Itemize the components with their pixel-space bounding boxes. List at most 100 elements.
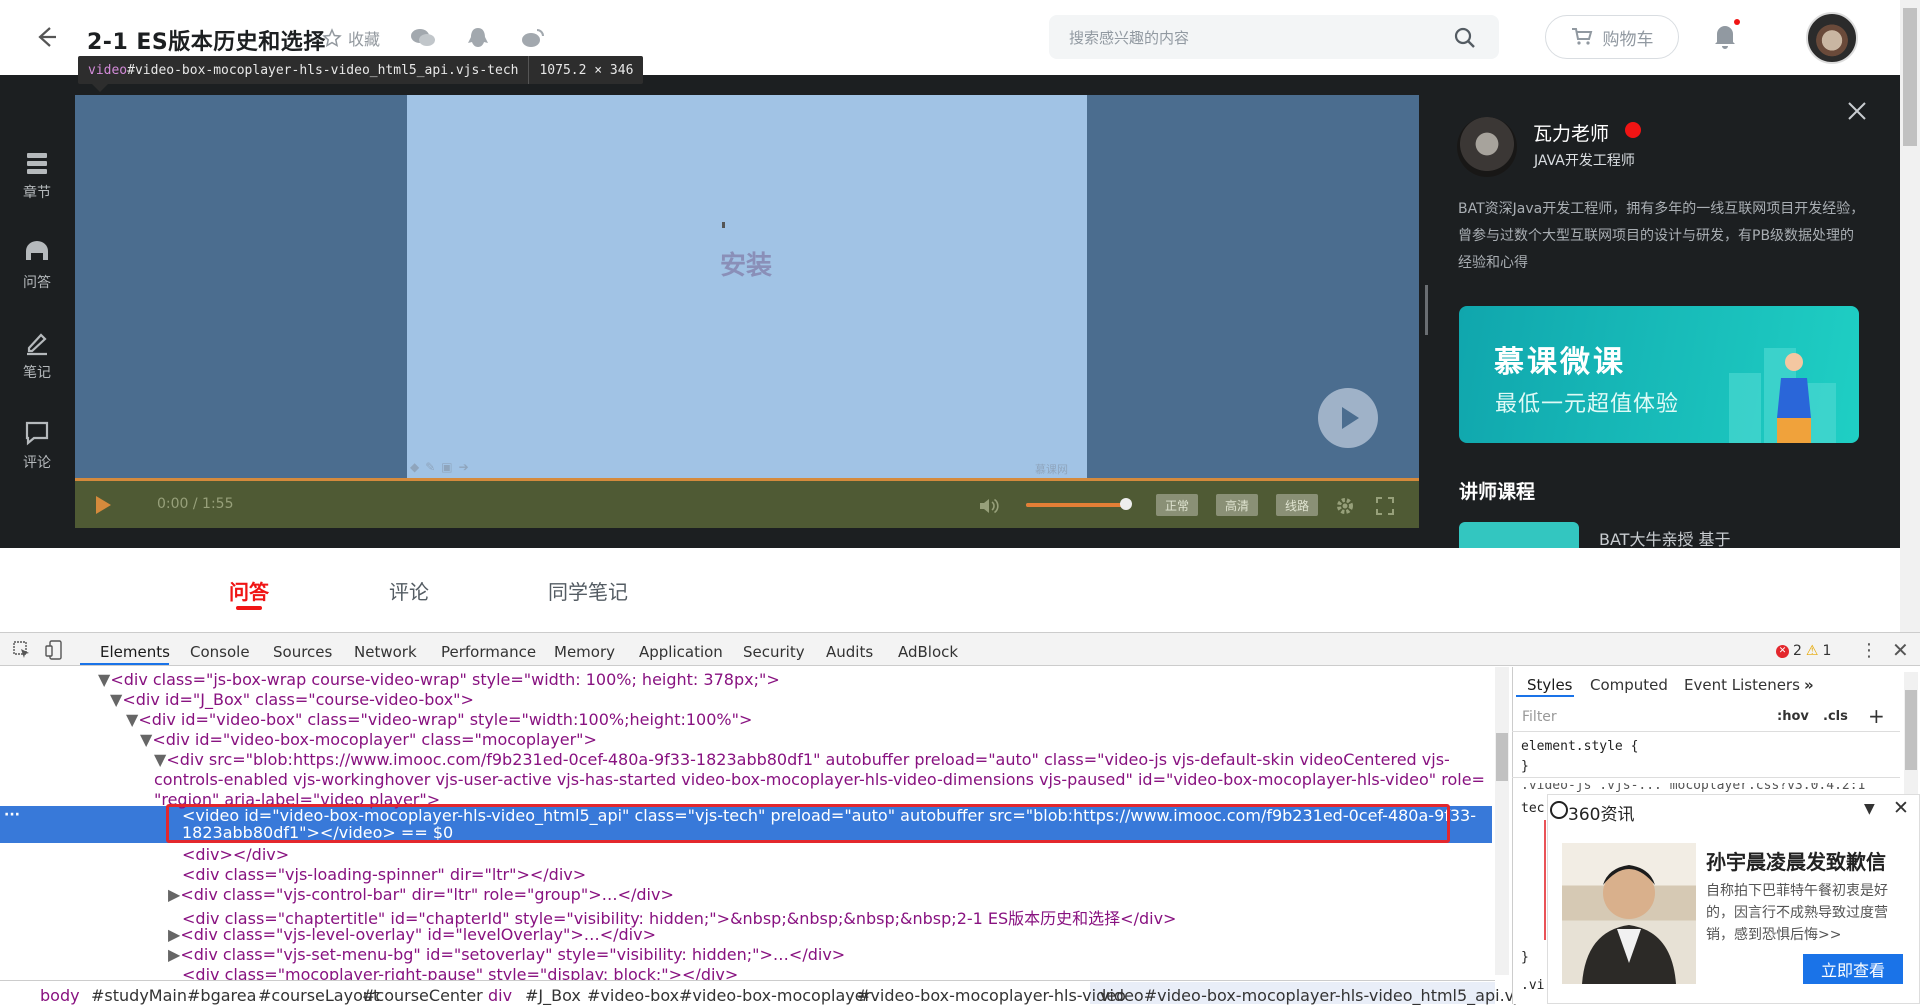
breadcrumb-item[interactable]: #courseCenter xyxy=(362,986,483,1005)
popup-collapse-icon[interactable]: ▼ xyxy=(1864,801,1875,817)
add-rule-icon[interactable]: + xyxy=(1868,704,1885,728)
notification-bell-icon[interactable] xyxy=(1712,22,1738,50)
volume-knob[interactable] xyxy=(1120,498,1132,510)
more-tabs-icon[interactable]: » xyxy=(1804,676,1814,694)
sidebar-item-qa[interactable]: 问答 xyxy=(18,240,56,292)
class-toggle[interactable]: .cls xyxy=(1823,709,1848,724)
code-line[interactable]: <div></div> xyxy=(182,845,289,864)
devtools-menu-icon[interactable]: ⋮ xyxy=(1860,640,1878,661)
elements-scrollbar-thumb[interactable] xyxy=(1496,733,1508,781)
tab-comments[interactable]: 评论 xyxy=(389,576,429,605)
sidebar-item-comments[interactable]: 评论 xyxy=(18,420,56,472)
big-play-button[interactable] xyxy=(1318,388,1378,448)
panel-resize-handle[interactable] xyxy=(1425,285,1428,335)
back-arrow-icon[interactable] xyxy=(30,22,60,52)
code-line[interactable]: ▼<div class="js-box-wrap course-video-wr… xyxy=(98,670,780,689)
breadcrumb-item[interactable]: #studyMain xyxy=(91,986,187,1005)
rule-divider xyxy=(1512,777,1900,778)
breadcrumb-item[interactable]: body xyxy=(40,986,80,1005)
code-line[interactable]: ▶<div class="vjs-level-overlay" id="leve… xyxy=(168,925,656,944)
styles-filter-input[interactable]: Filter :hov .cls + xyxy=(1512,702,1900,732)
devtools-close-icon[interactable]: ✕ xyxy=(1892,638,1909,662)
popup-close-icon[interactable]: ✕ xyxy=(1893,797,1909,819)
code-line[interactable]: ▼<div id="J_Box" class="course-video-box… xyxy=(110,690,474,709)
sidebar-item-chapters[interactable]: 章节 xyxy=(18,150,56,202)
active-tab-indicator xyxy=(236,606,262,610)
code-line[interactable]: ▶<div class="vjs-control-bar" dir="ltr" … xyxy=(168,885,674,904)
teacher-avatar[interactable] xyxy=(1457,117,1517,177)
popup-view-button[interactable]: 立即查看 xyxy=(1803,954,1903,984)
search-box[interactable]: 搜索感兴趣的内容 xyxy=(1049,15,1499,59)
favorite-button[interactable]: 收藏 xyxy=(322,26,380,50)
warning-icon: ⚠ xyxy=(1805,643,1819,659)
page-scrollbar-thumb[interactable] xyxy=(1903,8,1917,146)
breadcrumb-item[interactable]: #video-box-mocoplayer xyxy=(679,986,871,1005)
fullscreen-icon[interactable] xyxy=(1375,496,1395,516)
devtools-tab-console[interactable]: Console xyxy=(190,643,250,661)
devtools-tab-security[interactable]: Security xyxy=(743,643,805,661)
weibo-icon[interactable] xyxy=(520,25,546,51)
settings-gear-icon[interactable] xyxy=(1335,496,1355,516)
code-line[interactable]: ▶<div class="vjs-set-menu-bg" id="setove… xyxy=(168,945,845,964)
devtools-tab-adblock[interactable]: AdBlock xyxy=(898,643,958,661)
cart-button[interactable]: 购物车 xyxy=(1545,15,1679,59)
teacher-name[interactable]: 瓦力老师 xyxy=(1533,119,1609,146)
breadcrumb-item[interactable]: div xyxy=(488,986,512,1005)
wechat-icon[interactable] xyxy=(410,25,436,51)
tab-event-listeners[interactable]: Event Listeners xyxy=(1684,676,1800,694)
breadcrumb-item[interactable]: #bgarea xyxy=(187,986,256,1005)
code-line[interactable]: <div class="vjs-loading-spinner" dir="lt… xyxy=(182,865,586,884)
elements-scrollbar[interactable] xyxy=(1495,667,1509,975)
play-icon[interactable] xyxy=(93,495,113,515)
breadcrumb-item-selected[interactable]: video#video-box-mocoplayer-hls-video_htm… xyxy=(1100,986,1568,1005)
devtools-tab-memory[interactable]: Memory xyxy=(554,643,615,661)
tab-computed[interactable]: Computed xyxy=(1590,676,1668,694)
highlight-box xyxy=(166,804,1450,843)
code-text: <div id="J_Box" class="course-video-box"… xyxy=(122,690,474,709)
code-line[interactable]: ▼<div id="video-box-mocoplayer" class="m… xyxy=(140,730,597,749)
sidebar-item-notes[interactable]: 笔记 xyxy=(18,330,56,382)
devtools-tab-network[interactable]: Network xyxy=(354,643,417,661)
user-avatar[interactable] xyxy=(1806,12,1858,64)
tooltip-arrow xyxy=(92,84,108,92)
element-style-rule[interactable]: element.style { xyxy=(1521,739,1638,754)
inspect-element-icon[interactable] xyxy=(13,641,31,659)
qa-icon xyxy=(26,241,48,260)
course-thumbnail[interactable] xyxy=(1459,522,1579,548)
course-title[interactable]: BAT大牛亲授 基于 xyxy=(1599,526,1731,550)
tab-classmate-notes[interactable]: 同学笔记 xyxy=(548,576,628,605)
device-toolbar-icon[interactable] xyxy=(45,640,63,660)
line-select-button[interactable]: 线路 xyxy=(1276,494,1318,516)
breadcrumb-item[interactable]: #J_Box xyxy=(525,986,581,1005)
volume-icon[interactable] xyxy=(978,496,1000,516)
node-ellipsis-icon[interactable]: ··· xyxy=(4,807,20,823)
play-icon xyxy=(1342,407,1359,429)
tab-styles[interactable]: Styles xyxy=(1527,676,1573,694)
hover-state-toggle[interactable]: :hov xyxy=(1777,709,1809,724)
quality-normal-button[interactable]: 正常 xyxy=(1156,494,1198,516)
code-line[interactable]: ▼<div src="blob:https://www.imooc.com/f9… xyxy=(154,750,1450,769)
devtools-issue-counter[interactable]: ✕ 2 ⚠ 1 xyxy=(1776,643,1831,659)
tab-qa[interactable]: 问答 xyxy=(229,576,269,605)
devtools-tab-sources[interactable]: Sources xyxy=(273,643,332,661)
devtools-tab-elements[interactable]: Elements xyxy=(100,643,170,661)
styles-scrollbar-thumb[interactable] xyxy=(1905,690,1917,770)
qq-icon[interactable] xyxy=(465,25,491,51)
breadcrumb-item[interactable]: #video-box xyxy=(587,986,679,1005)
sidebar-item-label: 评论 xyxy=(23,455,51,471)
verified-badge-icon xyxy=(1625,122,1641,138)
devtools-tab-performance[interactable]: Performance xyxy=(441,643,536,661)
devtools-tab-audits[interactable]: Audits xyxy=(826,643,873,661)
popup-news-image[interactable] xyxy=(1562,843,1696,984)
breadcrumb-item[interactable]: #video-box-mocoplayer-hls-video xyxy=(857,986,1126,1005)
search-icon[interactable] xyxy=(1453,26,1477,50)
code-line[interactable]: ▼<div id="video-box" class="video-wrap" … xyxy=(126,710,752,729)
popup-headline[interactable]: 孙宇晨凌晨发致歉信 xyxy=(1706,846,1886,875)
quality-hd-button[interactable]: 高清 xyxy=(1216,494,1258,516)
devtools-tab-application[interactable]: Application xyxy=(639,643,723,661)
tooltip-selector: #video-box-mocoplayer-hls-video_html5_ap… xyxy=(127,62,519,78)
close-brace: } xyxy=(1521,759,1529,774)
close-icon[interactable] xyxy=(1846,100,1868,122)
promo-banner[interactable]: 慕课微课 最低一元超值体验 xyxy=(1459,306,1859,443)
note-icon xyxy=(27,333,47,356)
